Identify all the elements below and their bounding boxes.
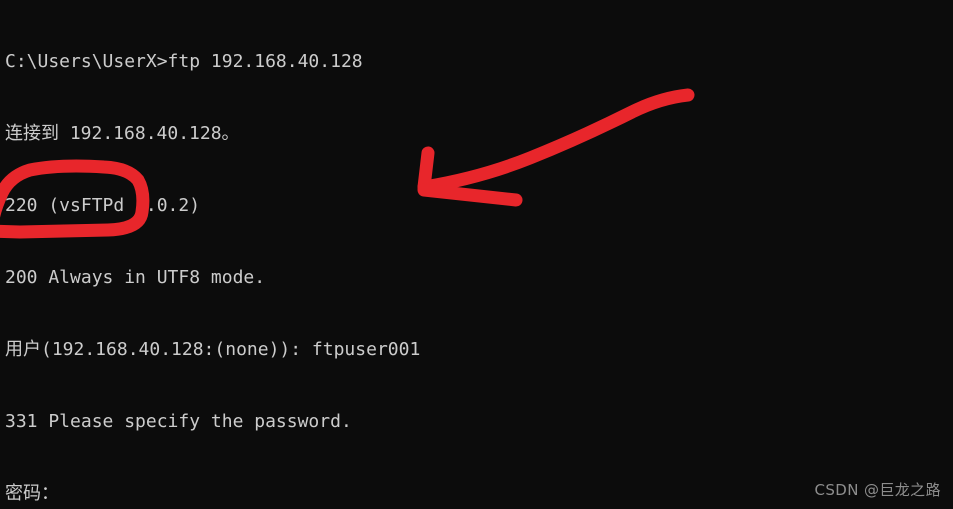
- terminal-line: 331 Please specify the password.: [5, 411, 352, 432]
- csdn-watermark: CSDN @巨龙之路: [814, 481, 941, 499]
- terminal-line: 用户(192.168.40.128:(none)): ftpuser001: [5, 339, 421, 360]
- terminal-line: C:\Users\UserX>ftp 192.168.40.128: [5, 51, 363, 72]
- terminal-window: C:\Users\UserX>ftp 192.168.40.128 连接到 19…: [0, 0, 953, 509]
- terminal-line: 连接到 192.168.40.128。: [5, 123, 240, 144]
- terminal-line: 220 (vsFTPd 3.0.2): [5, 195, 201, 216]
- terminal-line: 200 Always in UTF8 mode.: [5, 267, 266, 288]
- terminal-output: C:\Users\UserX>ftp 192.168.40.128 连接到 19…: [5, 2, 953, 509]
- terminal-line: 密码：: [5, 483, 59, 504]
